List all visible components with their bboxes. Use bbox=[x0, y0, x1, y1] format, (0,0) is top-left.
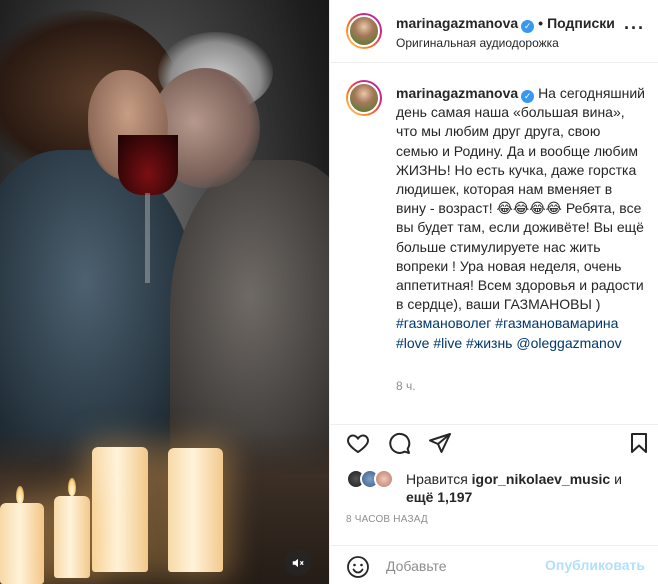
wine-glass bbox=[118, 135, 178, 195]
hashtag-link[interactable]: #love bbox=[396, 335, 429, 351]
post-header: marinagazmanova ✓ • Подписки Оригинальная а… bbox=[330, 0, 658, 63]
likes-count-link[interactable]: ещё 1,197 bbox=[406, 489, 472, 505]
caption-time[interactable]: 8 ч. bbox=[396, 379, 416, 393]
avatar[interactable] bbox=[374, 469, 394, 489]
likes-and: и bbox=[614, 471, 622, 487]
separator-dot: • bbox=[538, 15, 544, 31]
verified-icon: ✓ bbox=[521, 20, 535, 33]
caption-avatar[interactable] bbox=[346, 80, 382, 116]
action-bar bbox=[330, 424, 658, 460]
audio-link[interactable]: Оригинальная аудиодорожка bbox=[396, 36, 559, 50]
mention-link[interactable]: @oleggazmanov bbox=[516, 335, 621, 351]
publish-button[interactable]: Опубликовать bbox=[545, 557, 645, 573]
caption-username[interactable]: marinagazmanova bbox=[396, 85, 518, 101]
add-comment-bar: Опубликовать bbox=[330, 545, 658, 584]
liker-username[interactable]: igor_nikolaev_music bbox=[472, 471, 611, 487]
caption: marinagazmanova ✓ На сегодняшний день сам… bbox=[330, 63, 658, 418]
avatar[interactable] bbox=[346, 13, 382, 49]
post-panel: marinagazmanova ✓ • Подписки Оригинальная а… bbox=[329, 0, 658, 584]
emoji-icon[interactable] bbox=[346, 555, 370, 579]
candle bbox=[168, 448, 223, 572]
hashtag-link[interactable]: #газмановамарина bbox=[495, 315, 618, 331]
caption-body: На сегодняшний день самая наша «большая … bbox=[396, 85, 645, 313]
hashtag-link[interactable]: #жизнь bbox=[466, 335, 512, 351]
likes-prefix: Нравится bbox=[406, 471, 468, 487]
candle bbox=[92, 447, 148, 572]
comment-input[interactable] bbox=[386, 555, 566, 577]
header-username[interactable]: marinagazmanova bbox=[396, 15, 518, 31]
caption-text: marinagazmanova ✓ На сегодняшний день сам… bbox=[396, 84, 646, 353]
bookmark-icon[interactable] bbox=[627, 431, 651, 455]
hashtag-link[interactable]: #газмановолег bbox=[396, 315, 491, 331]
share-icon[interactable] bbox=[428, 431, 452, 455]
post-media[interactable] bbox=[0, 0, 329, 584]
more-options-icon[interactable]: ··· bbox=[624, 18, 645, 39]
hashtag-link[interactable]: #live bbox=[433, 335, 462, 351]
comment-icon[interactable] bbox=[387, 431, 411, 455]
candle bbox=[54, 496, 90, 578]
follow-button[interactable]: Подписки bbox=[547, 15, 615, 31]
likes-summary: Нравится igor_nikolaev_music и ещё 1,197 bbox=[346, 468, 646, 508]
audio-muted-icon bbox=[292, 558, 304, 568]
audio-toggle-button[interactable] bbox=[285, 550, 311, 576]
candle bbox=[0, 503, 44, 584]
heart-icon[interactable] bbox=[346, 431, 370, 455]
verified-icon: ✓ bbox=[521, 90, 535, 103]
post-timestamp[interactable]: 8 ЧАСОВ НАЗАД bbox=[346, 514, 428, 525]
